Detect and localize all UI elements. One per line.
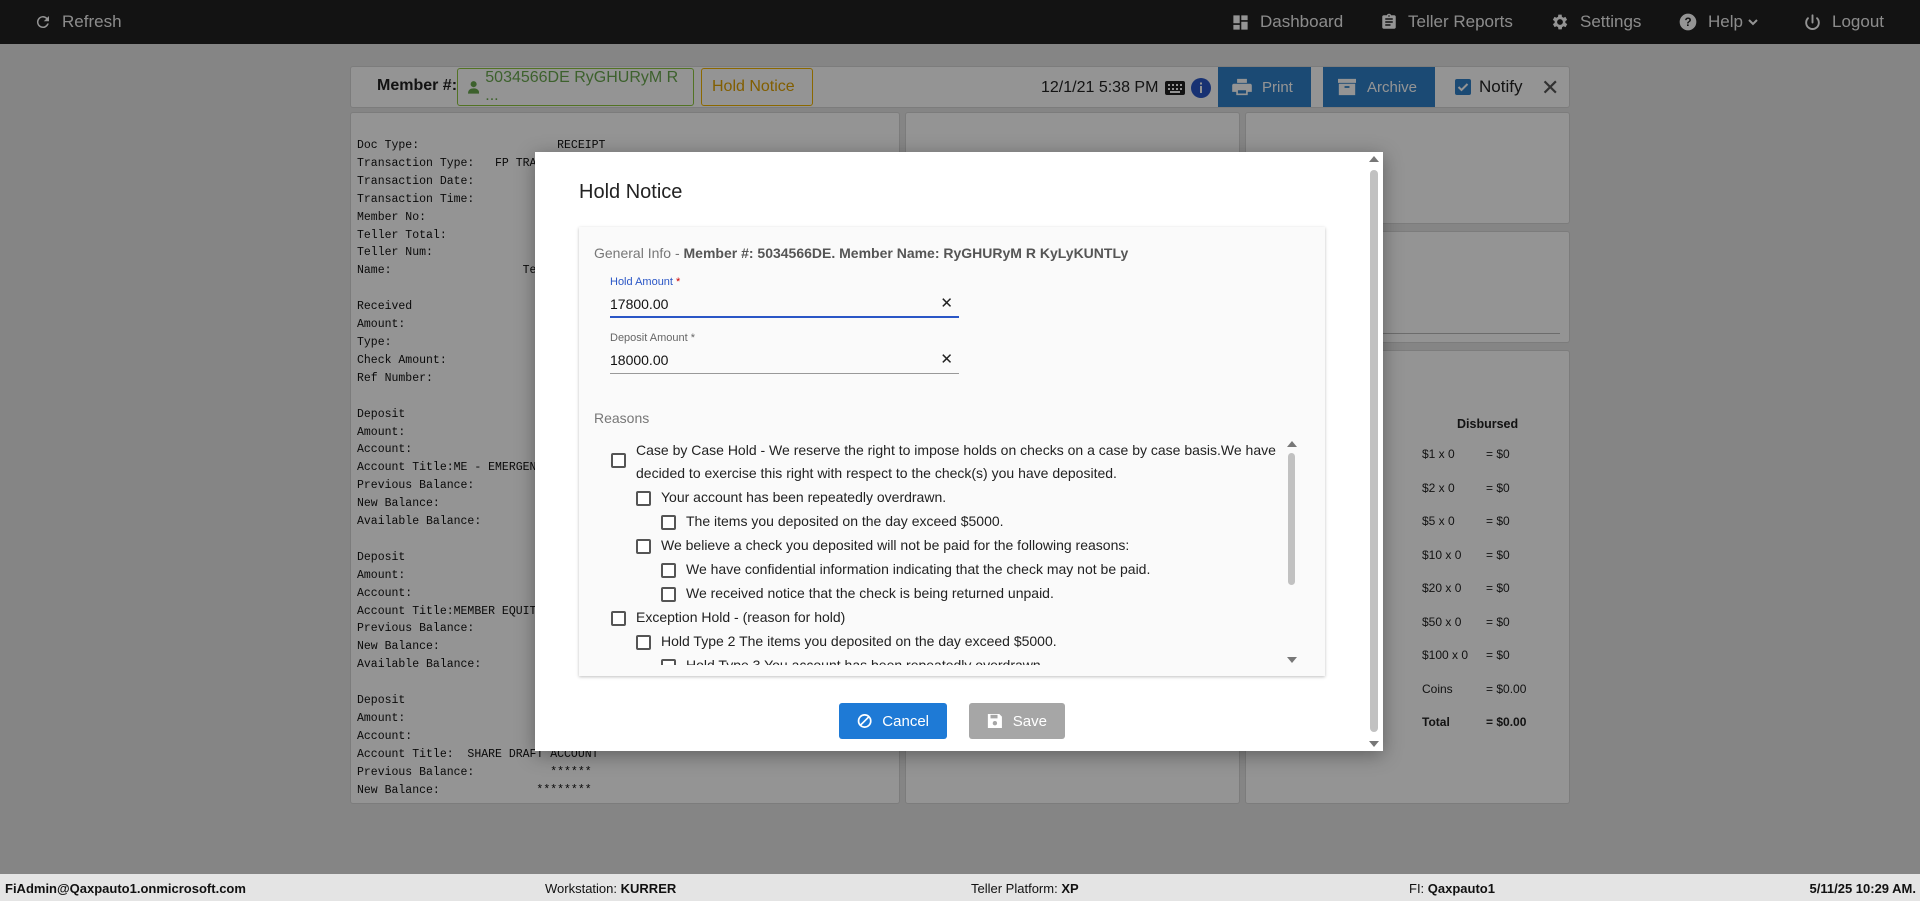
- reason-item[interactable]: We received notice that the check is bei…: [661, 582, 1281, 605]
- reasons-list: Case by Case Hold - We reserve the right…: [594, 439, 1314, 665]
- reason-item[interactable]: Your account has been repeatedly overdra…: [636, 486, 1276, 509]
- reason-item[interactable]: We believe a check you deposited will no…: [636, 534, 1276, 557]
- dialog-scroll-up-icon[interactable]: [1369, 156, 1379, 162]
- save-button-label: Save: [1012, 712, 1047, 730]
- hold-amount-field[interactable]: Hold Amount * 17800.00 ✕: [610, 276, 959, 318]
- general-info-header: General Info - Member #: 5034566DE. Memb…: [594, 245, 1128, 261]
- reason-checkbox[interactable]: [661, 587, 676, 602]
- reason-item[interactable]: Case by Case Hold - We reserve the right…: [611, 439, 1291, 485]
- reason-label: Exception Hold - (reason for hold): [636, 609, 846, 625]
- hold-amount-input[interactable]: 17800.00 ✕: [610, 294, 959, 318]
- clear-deposit-amount-icon[interactable]: ✕: [940, 350, 953, 368]
- deposit-amount-input[interactable]: 18000.00 ✕: [610, 350, 959, 374]
- reason-item[interactable]: The items you deposited on the day excee…: [661, 510, 1281, 533]
- reason-checkbox[interactable]: [636, 635, 651, 650]
- hold-notice-dialog: Hold Notice General Info - Member #: 503…: [535, 152, 1383, 751]
- status-fi: FI: Qaxpauto1: [1409, 881, 1495, 896]
- status-platform: Teller Platform: XP: [971, 881, 1079, 896]
- cancel-button[interactable]: Cancel: [839, 703, 947, 739]
- status-user: FiAdmin@Qaxpauto1.onmicrosoft.com: [5, 881, 246, 896]
- clear-hold-amount-icon[interactable]: ✕: [940, 294, 953, 312]
- reason-checkbox[interactable]: [611, 611, 626, 626]
- reason-item[interactable]: We have confidential information indicat…: [661, 558, 1281, 581]
- status-datetime: 5/11/25 10:29 AM.: [1809, 881, 1916, 896]
- cancel-button-label: Cancel: [882, 712, 929, 730]
- general-info-detail: Member #: 5034566DE. Member Name: RyGHUR…: [683, 245, 1129, 261]
- scroll-down-icon[interactable]: [1287, 657, 1297, 663]
- reason-item[interactable]: Exception Hold - (reason for hold): [611, 606, 1291, 629]
- status-bar: FiAdmin@Qaxpauto1.onmicrosoft.com Workst…: [0, 874, 1920, 901]
- reason-item[interactable]: Hold Type 2 The items you deposited on t…: [636, 630, 1276, 653]
- cancel-icon: [857, 714, 872, 728]
- general-info-card: General Info - Member #: 5034566DE. Memb…: [579, 227, 1325, 676]
- reason-item[interactable]: Hold Type 3 You account has been repeate…: [661, 654, 1281, 665]
- reason-label: The items you deposited on the day excee…: [686, 513, 1004, 529]
- dialog-scroll-thumb[interactable]: [1370, 170, 1378, 732]
- deposit-amount-label: Deposit Amount *: [610, 332, 695, 344]
- reason-label: Case by Case Hold - We reserve the right…: [636, 442, 1276, 481]
- save-icon: [987, 713, 1002, 729]
- scroll-up-icon[interactable]: [1287, 441, 1297, 447]
- reason-label: We have confidential information indicat…: [686, 561, 1151, 577]
- reasons-scrollbar[interactable]: [1285, 439, 1299, 665]
- reason-label: Hold Type 3 You account has been repeate…: [686, 657, 1045, 665]
- general-info-prefix: General Info -: [594, 245, 684, 261]
- reasons-scroll-thumb[interactable]: [1288, 453, 1295, 585]
- dialog-scrollbar[interactable]: [1367, 152, 1381, 751]
- dialog-scroll-down-icon[interactable]: [1369, 741, 1379, 747]
- hold-amount-label: Hold Amount *: [610, 276, 681, 288]
- reason-label: We received notice that the check is bei…: [686, 585, 1054, 601]
- reason-checkbox[interactable]: [661, 563, 676, 578]
- status-workstation: Workstation: KURRER: [545, 881, 677, 896]
- reason-checkbox[interactable]: [661, 515, 676, 530]
- save-button[interactable]: Save: [969, 703, 1065, 739]
- reason-label: Your account has been repeatedly overdra…: [661, 489, 947, 505]
- dialog-title: Hold Notice: [579, 181, 683, 203]
- reason-label: Hold Type 2 The items you deposited on t…: [661, 633, 1057, 649]
- reason-checkbox[interactable]: [661, 659, 676, 665]
- reason-checkbox[interactable]: [611, 453, 626, 468]
- deposit-amount-field[interactable]: Deposit Amount * 18000.00 ✕: [610, 332, 959, 374]
- reason-checkbox[interactable]: [636, 539, 651, 554]
- reason-checkbox[interactable]: [636, 491, 651, 506]
- reasons-label: Reasons: [594, 410, 650, 426]
- reason-label: We believe a check you deposited will no…: [661, 537, 1130, 553]
